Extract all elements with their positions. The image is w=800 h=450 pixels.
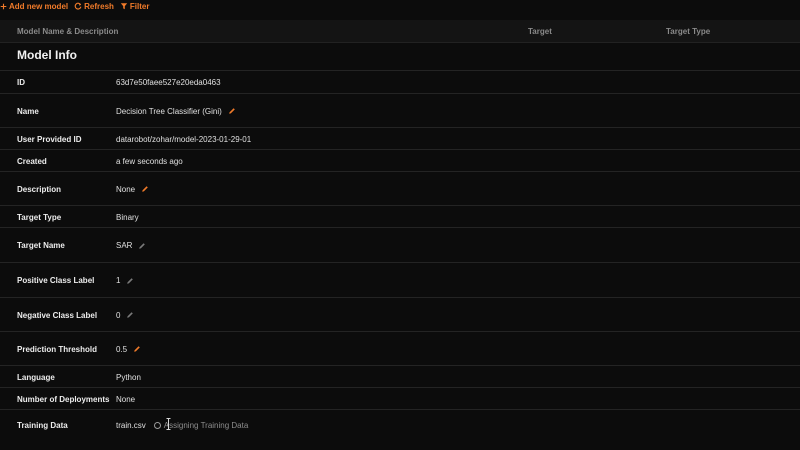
section-title: Model Info [17,48,77,62]
edit-prediction-threshold-pencil-icon[interactable] [133,345,141,353]
filter-icon [120,3,128,10]
info-row-name: Name Decision Tree Classifier (Gini) [0,93,800,128]
edit-positive-class-pencil-icon [126,277,134,285]
info-row-training-data: Training Data train.csv Assigning Traini… [0,409,800,440]
negative-class-label-value: 0 [116,310,121,320]
user-provided-id-value-container: datarobot/zohar/model-2023-01-29-01 [116,135,251,144]
column-header-name[interactable]: Model Name & Description [17,27,118,36]
negative-class-label-value-container: 0 [116,311,134,320]
user-provided-id-value: datarobot/zohar/model-2023-01-29-01 [116,134,252,144]
toolbar: Add new model Refresh Filter [0,0,149,12]
prediction-threshold-label: Prediction Threshold [17,344,98,354]
column-header-target-type[interactable]: Target Type [666,27,710,36]
edit-name-pencil-icon[interactable] [228,107,236,115]
model-registry-page: Add new model Refresh Filter Model Name … [0,0,800,450]
info-row-user-provided-id: User Provided ID datarobot/zohar/model-2… [0,127,800,150]
info-row-description: Description None [0,171,800,206]
add-new-model-button[interactable]: Add new model [0,2,68,11]
number-of-deployments-label: Number of Deployments [17,394,110,404]
info-row-created: Created a few seconds ago [0,149,800,172]
loading-spinner-icon [153,421,161,429]
refresh-button[interactable]: Refresh [74,2,114,11]
language-label: Language [17,372,55,382]
user-provided-id-label: User Provided ID [17,134,82,144]
positive-class-label-value-container: 1 [116,276,134,285]
number-of-deployments-value-container: None [116,395,135,404]
edit-target-name-pencil-icon [138,242,146,250]
info-row-number-of-deployments: Number of Deployments None [0,387,800,410]
info-row-positive-class-label: Positive Class Label 1 [0,262,800,298]
text-cursor-icon [166,418,171,430]
prediction-threshold-value-container: 0.5 [116,345,141,354]
target-name-value-container: SAR [116,241,146,250]
id-label: ID [17,78,25,87]
plus-icon [0,3,7,9]
edit-negative-class-pencil-icon [126,311,134,319]
positive-class-label-value: 1 [116,276,121,285]
edit-description-pencil-icon[interactable] [141,185,149,193]
info-row-target-name: Target Name SAR [0,227,800,263]
info-row-target-type: Target Type Binary [0,205,800,228]
target-name-value: SAR [116,241,133,250]
positive-class-label-label: Positive Class Label [17,276,95,285]
created-label: Created [17,156,47,166]
negative-class-label-label: Negative Class Label [17,310,98,320]
created-value-container: a few seconds ago [116,157,183,166]
number-of-deployments-value: None [116,394,136,404]
description-label: Description [17,184,62,194]
name-value: Decision Tree Classifier (Gini) [116,106,222,116]
add-new-model-label: Add new model [9,1,69,11]
name-label: Name [17,106,39,116]
target-type-value: Binary [116,212,139,222]
prediction-threshold-value: 0.5 [116,344,128,354]
created-value: a few seconds ago [116,156,183,166]
name-value-container: Decision Tree Classifier (Gini) [116,107,236,116]
refresh-icon [74,2,82,10]
language-value: Python [116,372,141,382]
training-data-label: Training Data [17,420,68,430]
description-value-container: None [116,185,149,194]
description-value: None [116,184,136,194]
training-data-value-container: train.csv Assigning Training Data [116,421,248,430]
id-value: 63d7e50faee527e20eda0463 [116,78,221,87]
target-type-value-container: Binary [116,213,139,222]
info-row-id: ID 63d7e50faee527e20eda0463 [0,70,800,94]
training-data-status-text: Assigning Training Data [163,420,249,430]
target-type-label: Target Type [17,212,62,222]
info-row-language: Language Python [0,365,800,388]
info-row-negative-class-label: Negative Class Label 0 [0,297,800,332]
target-name-label: Target Name [17,241,65,250]
training-data-value[interactable]: train.csv [116,421,146,430]
refresh-label: Refresh [84,1,114,11]
table-header: Model Name & Description Target Target T… [0,20,800,43]
language-value-container: Python [116,373,141,382]
column-header-target[interactable]: Target [528,27,552,36]
filter-button[interactable]: Filter [120,1,150,11]
filter-label: Filter [129,1,150,11]
id-value-container: 63d7e50faee527e20eda0463 [116,78,221,87]
info-row-prediction-threshold: Prediction Threshold 0.5 [0,331,800,366]
